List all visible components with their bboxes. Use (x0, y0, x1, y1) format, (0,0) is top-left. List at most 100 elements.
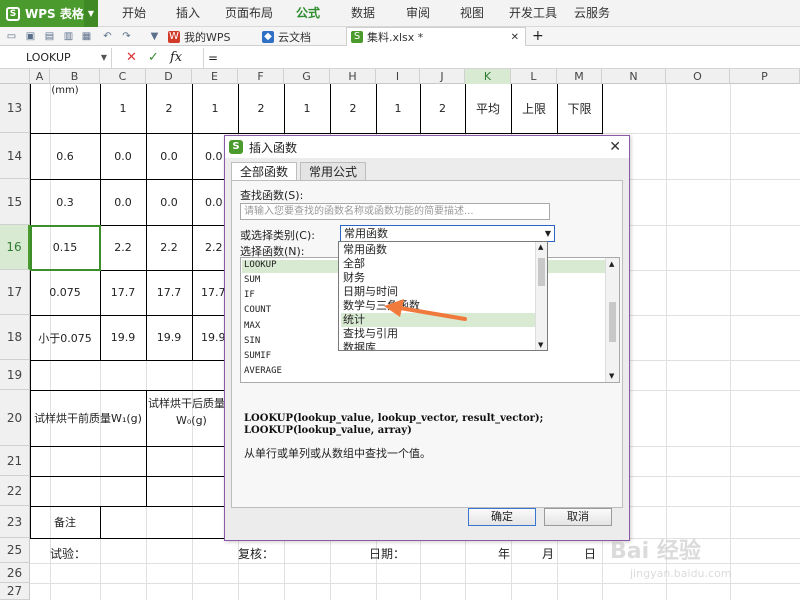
menu-formula[interactable]: 公式 (296, 0, 320, 27)
category-select[interactable]: 常用函数 ▼ (340, 225, 555, 242)
row-header-25[interactable]: 25 (0, 538, 30, 563)
cell-c14[interactable]: 0.0 (100, 133, 146, 179)
print-icon[interactable]: ▥ (62, 30, 75, 43)
scroll-down-icon[interactable]: ▼ (609, 372, 614, 380)
row-header-21[interactable]: 21 (0, 446, 30, 476)
tab-cloud-docs[interactable]: ◆ 云文档 (258, 27, 342, 46)
column-header-h[interactable]: H (330, 69, 376, 84)
column-header-a[interactable]: A (30, 69, 50, 84)
menu-review[interactable]: 审阅 (406, 0, 430, 27)
cancel-icon[interactable]: ✕ (126, 50, 137, 66)
chevron-down-icon[interactable]: ▼ (84, 0, 98, 27)
cancel-button[interactable]: 取消 (544, 508, 612, 526)
cell-d13[interactable]: 2 (146, 84, 192, 133)
function-item-sin[interactable]: SIN (244, 336, 260, 346)
menu-insert[interactable]: 插入 (176, 0, 200, 27)
category-option-financial[interactable]: 财务 (341, 271, 537, 285)
function-list-scrollbar[interactable]: ▲ ▼ (605, 258, 619, 382)
cell-a13[interactable]: (mm) (30, 84, 100, 96)
cell-b20-line1[interactable]: 试样烘干后质量 (148, 396, 226, 410)
export-pdf-icon[interactable]: ▦ (80, 30, 93, 43)
cell-c13[interactable]: 1 (100, 84, 146, 133)
name-box[interactable]: LOOKUP ▼ (0, 48, 112, 68)
cell-d14[interactable]: 0.0 (146, 133, 192, 179)
customize-dropdown-icon[interactable]: ▼ (148, 30, 161, 43)
function-item-if[interactable]: IF (244, 290, 255, 300)
cell-a15[interactable]: 0.3 (30, 179, 100, 225)
column-header-k[interactable]: K (465, 69, 511, 84)
dialog-title-bar[interactable]: S 插入函数 ✕ (225, 136, 629, 158)
category-option-common[interactable]: 常用函数 (341, 243, 537, 257)
column-header-b[interactable]: B (50, 69, 100, 84)
row-header-20[interactable]: 20 (0, 390, 30, 446)
column-header-m[interactable]: M (557, 69, 602, 84)
cell-g13[interactable]: 1 (284, 84, 330, 133)
cell-a18[interactable]: 小于0.075 (30, 315, 100, 360)
cell-c18[interactable]: 19.9 (100, 315, 146, 360)
category-option-datetime[interactable]: 日期与时间 (341, 285, 537, 299)
function-item-average[interactable]: AVERAGE (244, 366, 282, 376)
menu-developer[interactable]: 开发工具 (509, 0, 557, 27)
cell-j13[interactable]: 2 (420, 84, 465, 133)
cell-d16[interactable]: 2.2 (146, 225, 192, 270)
close-tab-icon[interactable]: ✕ (511, 32, 519, 43)
search-input[interactable]: 请输入您要查找的函数名称或函数功能的简要描述... (240, 203, 550, 220)
column-header-f[interactable]: F (238, 69, 284, 84)
cell-d18[interactable]: 19.9 (146, 315, 192, 360)
print-preview-icon[interactable]: ▤ (43, 30, 56, 43)
cell-i13[interactable]: 1 (376, 84, 420, 133)
redo-icon[interactable]: ↷ (120, 30, 133, 43)
scroll-up-icon[interactable]: ▲ (538, 243, 543, 251)
cell-a17[interactable]: 0.075 (30, 270, 100, 315)
confirm-icon[interactable]: ✓ (148, 50, 159, 66)
menu-data[interactable]: 数据 (351, 0, 375, 27)
cell-b20-line2[interactable]: W₀(g) (176, 413, 224, 427)
cell-h13[interactable]: 2 (330, 84, 376, 133)
cell-d15[interactable]: 0.0 (146, 179, 192, 225)
save-icon[interactable]: ▣ (24, 30, 37, 43)
open-folder-icon[interactable]: ▭ (5, 30, 18, 43)
column-header-l[interactable]: L (511, 69, 557, 84)
category-option-lookup[interactable]: 查找与引用 (341, 327, 537, 341)
column-header-g[interactable]: G (284, 69, 330, 84)
cell-a14[interactable]: 0.6 (30, 133, 100, 179)
menu-home[interactable]: 开始 (122, 0, 146, 27)
cell-k13[interactable]: 平均 (465, 84, 511, 133)
menu-view[interactable]: 视图 (460, 0, 484, 27)
scroll-thumb[interactable] (609, 302, 616, 342)
cell-c17[interactable]: 17.7 (100, 270, 146, 315)
row-header-15[interactable]: 15 (0, 179, 30, 225)
row-header-23[interactable]: 23 (0, 506, 30, 538)
row-header-17[interactable]: 17 (0, 270, 30, 315)
undo-icon[interactable]: ↶ (101, 30, 114, 43)
category-dropdown-list[interactable]: 常用函数 全部 财务 日期与时间 数学与三角函数 统计 查找与引用 数据库 ▲ … (338, 241, 548, 351)
column-header-c[interactable]: C (100, 69, 146, 84)
function-item-sumif[interactable]: SUMIF (244, 351, 271, 361)
category-option-all[interactable]: 全部 (341, 257, 537, 271)
column-header-o[interactable]: O (666, 69, 730, 84)
formula-input[interactable]: = (203, 48, 800, 68)
app-menu-button[interactable]: S WPS 表格 ▼ (0, 0, 98, 27)
cell-l13[interactable]: 上限 (511, 84, 557, 133)
cell-d17[interactable]: 17.7 (146, 270, 192, 315)
scroll-down-icon[interactable]: ▼ (538, 341, 543, 349)
cell-f13[interactable]: 2 (238, 84, 284, 133)
menu-cloud[interactable]: 云服务 (574, 0, 610, 27)
chevron-down-icon[interactable]: ▼ (101, 48, 107, 68)
category-dropdown-scrollbar[interactable]: ▲ ▼ (535, 242, 547, 350)
column-header-j[interactable]: J (420, 69, 465, 84)
cell-m13[interactable]: 下限 (557, 84, 602, 133)
insert-function-icon[interactable]: fx (170, 50, 182, 66)
column-header-d[interactable]: D (146, 69, 192, 84)
select-all-corner[interactable] (0, 69, 30, 84)
ok-button[interactable]: 确定 (468, 508, 536, 526)
column-header-n[interactable]: N (602, 69, 666, 84)
chevron-down-icon[interactable]: ▼ (545, 226, 551, 241)
column-header-p[interactable]: P (730, 69, 800, 84)
row-header-14[interactable]: 14 (0, 133, 30, 179)
column-header-i[interactable]: I (376, 69, 420, 84)
new-tab-button[interactable]: + (532, 27, 544, 46)
row-header-18[interactable]: 18 (0, 315, 30, 360)
row-header-13[interactable]: 13 (0, 84, 30, 133)
scroll-thumb[interactable] (538, 258, 545, 286)
